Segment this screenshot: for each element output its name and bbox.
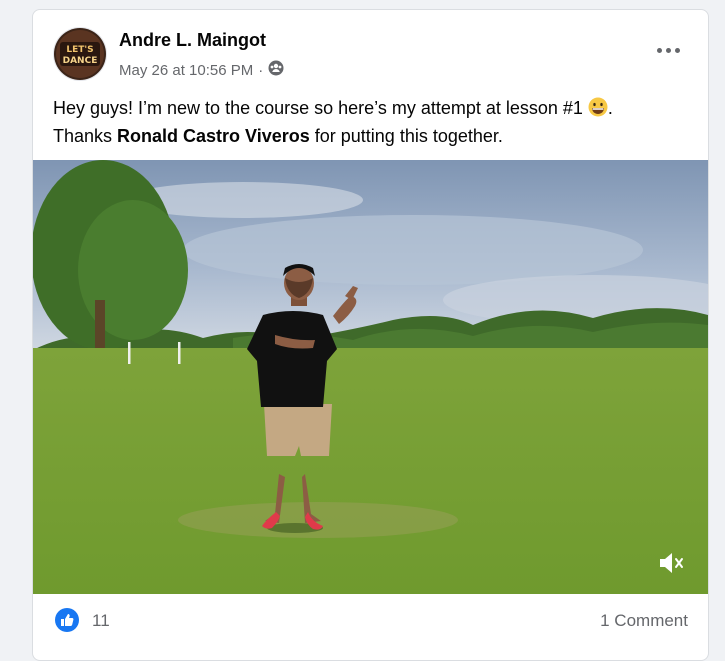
dot-icon bbox=[674, 47, 680, 53]
mention-link[interactable]: Ronald Castro Viveros bbox=[117, 126, 310, 146]
svg-text:DANCE: DANCE bbox=[63, 56, 98, 66]
dot-icon bbox=[665, 47, 671, 53]
post-text-line1: Hey guys! I’m new to the course so here’… bbox=[53, 98, 588, 118]
post-card: LET'S DANCE Andre L. Maingot May 26 at 1… bbox=[32, 9, 709, 661]
post-meta: May 26 at 10:56 PM · bbox=[119, 60, 284, 80]
meta-separator: · bbox=[258, 61, 264, 79]
dot-icon bbox=[656, 47, 662, 53]
post-footer: 11 1 Comment bbox=[33, 596, 708, 656]
like-reaction-icon[interactable] bbox=[55, 608, 79, 632]
like-count[interactable]: 11 bbox=[92, 611, 110, 631]
group-audience-icon[interactable] bbox=[268, 60, 284, 80]
avatar[interactable]: LET'S DANCE bbox=[53, 27, 107, 81]
video-frame bbox=[33, 160, 708, 594]
post-text-thanks: Thanks bbox=[53, 126, 118, 146]
post-text: Hey guys! I’m new to the course so here’… bbox=[53, 94, 693, 150]
comment-count-link[interactable]: 1 Comment bbox=[600, 611, 688, 631]
video-player[interactable] bbox=[33, 160, 708, 594]
post-header: LET'S DANCE Andre L. Maingot May 26 at 1… bbox=[33, 10, 708, 82]
post-text-punct: . bbox=[607, 98, 613, 118]
volume-muted-icon[interactable] bbox=[654, 546, 688, 580]
post-text-end: for putting this together. bbox=[309, 126, 503, 146]
author-name[interactable]: Andre L. Maingot bbox=[119, 30, 266, 51]
svg-text:LET'S: LET'S bbox=[66, 45, 93, 55]
more-options-button[interactable] bbox=[650, 38, 686, 62]
grinning-face-emoji-icon bbox=[588, 97, 608, 117]
post-timestamp[interactable]: May 26 at 10:56 PM bbox=[119, 62, 253, 79]
